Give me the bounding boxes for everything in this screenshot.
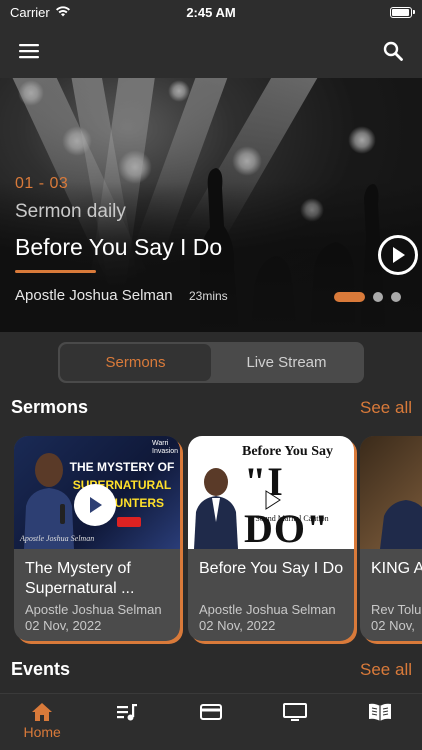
sermon-card-date: 02 Nov, 2022 <box>199 618 276 633</box>
sermon-card[interactable]: THE MYSTERY OF SUPERNATURAL ENCOUNTERS W… <box>14 436 180 641</box>
hero-author: Apostle Joshua Selman <box>15 287 173 304</box>
book-icon <box>368 703 391 721</box>
hero-title: Before You Say I Do <box>15 234 223 260</box>
hero-banner[interactable]: 01 - 03 Sermon daily Before You Say I Do… <box>0 78 422 332</box>
sermon-card-title: KING ADVA <box>371 560 422 577</box>
sermons-see-all-link[interactable]: See all <box>360 398 412 418</box>
status-left: Carrier <box>10 5 71 20</box>
home-icon <box>32 703 53 721</box>
carousel-dot[interactable] <box>391 292 401 302</box>
tab-library[interactable] <box>350 702 410 722</box>
play-icon[interactable] <box>378 235 418 275</box>
sermon-card[interactable]: Before You Say "I DO" A Sound Marital Ca… <box>188 436 354 641</box>
events-see-all-link[interactable]: See all <box>360 660 412 680</box>
tab-home[interactable]: Home <box>12 702 72 740</box>
sermon-card-date: 02 Nov, <box>371 618 415 633</box>
sermon-card[interactable]: KING ADVA Rev Tolu 02 Nov, <box>360 436 422 641</box>
sermon-thumbnail <box>360 436 422 549</box>
playlist-icon <box>116 704 137 721</box>
thumb-line-1: THE MYSTERY OF <box>69 460 175 474</box>
battery-icon <box>390 6 415 18</box>
sermon-card-author: Rev Tolu <box>371 602 422 617</box>
tv-icon <box>283 703 308 721</box>
tab-giving[interactable] <box>181 702 241 722</box>
play-icon[interactable] <box>254 482 290 518</box>
wifi-icon <box>55 5 71 20</box>
search-icon[interactable] <box>380 38 406 64</box>
events-header: Events See all <box>11 659 412 680</box>
segment-live-stream[interactable]: Live Stream <box>211 344 362 381</box>
hero-category: Sermon daily <box>15 201 126 222</box>
segment-control: Sermons Live Stream <box>58 342 364 383</box>
status-bar: Carrier 2:45 AM <box>0 0 422 24</box>
thumb-badge: Warri Invasion <box>152 440 179 455</box>
speaker-figure <box>194 468 238 549</box>
sermons-header: Sermons See all <box>11 397 412 418</box>
battery-fill <box>392 8 409 16</box>
app-bar <box>0 24 422 78</box>
thumb-signature: Apostle Joshua Selman <box>20 534 95 543</box>
subscribe-badge <box>117 517 141 527</box>
sermon-card-title: The Mystery of Supernatural ... <box>25 560 135 597</box>
sermon-thumbnail: THE MYSTERY OF SUPERNATURAL ENCOUNTERS W… <box>14 436 180 549</box>
sermon-thumbnail: Before You Say "I DO" A Sound Marital Ca… <box>188 436 354 549</box>
tab-live[interactable] <box>265 702 325 722</box>
speaker-figure <box>380 500 422 549</box>
events-heading: Events <box>11 659 71 679</box>
hero-duration: 23mins <box>189 289 228 303</box>
tab-home-label: Home <box>23 724 61 740</box>
carousel-dot[interactable] <box>334 292 365 302</box>
bottom-tab-bar: Home <box>0 693 422 750</box>
sermons-heading: Sermons <box>11 397 89 417</box>
tab-playlist[interactable] <box>97 702 157 722</box>
sermon-card-author: Apostle Joshua Selman <box>25 602 162 617</box>
card-icon <box>199 704 222 720</box>
carrier-label: Carrier <box>10 4 50 20</box>
sermon-card-author: Apostle Joshua Selman <box>199 602 336 617</box>
carousel-dots[interactable] <box>334 292 401 302</box>
carousel-dot[interactable] <box>373 292 383 302</box>
sermon-card-date: 02 Nov, 2022 <box>25 618 102 633</box>
play-icon[interactable] <box>74 484 116 526</box>
sermon-carousel[interactable]: THE MYSTERY OF SUPERNATURAL ENCOUNTERS W… <box>14 436 422 646</box>
hero-date: 01 - 03 <box>15 175 69 192</box>
sermon-card-title: Before You Say I Do <box>199 560 344 577</box>
segment-sermons[interactable]: Sermons <box>60 344 211 381</box>
hero-underline <box>15 270 96 273</box>
menu-icon[interactable] <box>16 38 42 64</box>
